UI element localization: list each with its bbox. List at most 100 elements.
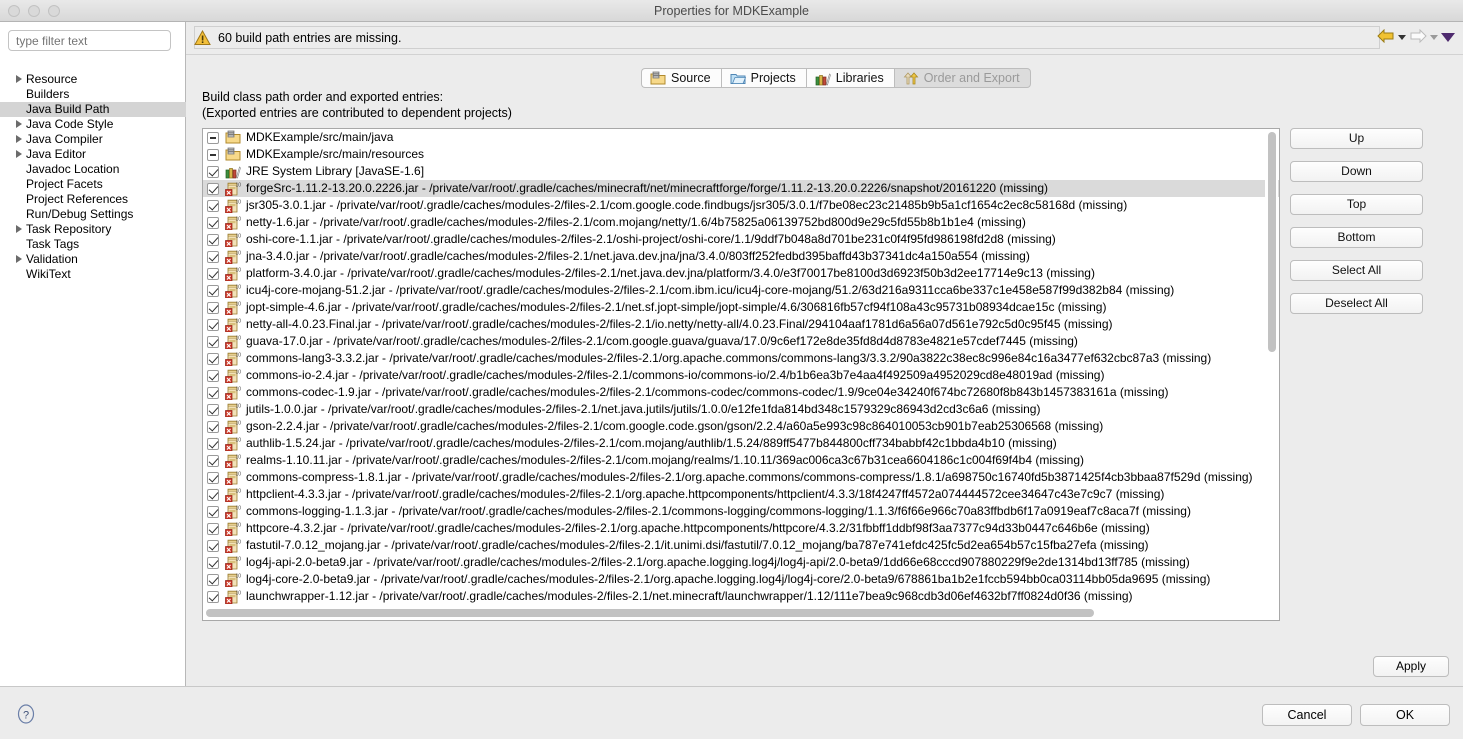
table-row[interactable]: MDKExample/src/main/java: [203, 129, 1279, 146]
apply-button[interactable]: Apply: [1373, 656, 1449, 677]
sidebar-item-wikitext[interactable]: WikiText: [0, 267, 186, 282]
ok-button[interactable]: OK: [1360, 704, 1450, 726]
expand-arrow-icon[interactable]: [16, 150, 22, 158]
table-row[interactable]: 10 oshi-core-1.1.jar - /private/var/root/…: [203, 231, 1279, 248]
entry-checkbox[interactable]: [207, 471, 219, 484]
table-row[interactable]: 10 gson-2.2.4.jar - /private/var/root/.gr…: [203, 418, 1279, 435]
entry-checkbox[interactable]: [207, 216, 219, 229]
table-row[interactable]: 10 httpclient-4.3.3.jar - /private/var/ro…: [203, 486, 1279, 503]
table-row[interactable]: 10 realms-1.10.11.jar - /private/var/root…: [203, 452, 1279, 469]
entry-checkbox[interactable]: [207, 182, 219, 195]
table-row[interactable]: 10 commons-lang3-3.3.2.jar - /private/var…: [203, 350, 1279, 367]
entry-checkbox[interactable]: [207, 165, 219, 178]
sidebar-item-task-tags[interactable]: Task Tags: [0, 237, 186, 252]
sidebar-item-resource[interactable]: Resource: [0, 72, 186, 87]
entry-checkbox[interactable]: [207, 284, 219, 297]
table-row[interactable]: 10 authlib-1.5.24.jar - /private/var/root…: [203, 435, 1279, 452]
entry-checkbox[interactable]: [207, 590, 219, 603]
entry-checkbox[interactable]: [207, 352, 219, 365]
table-row[interactable]: 10 commons-compress-1.8.1.jar - /private/…: [203, 469, 1279, 486]
table-row[interactable]: 10 forgeSrc-1.11.2-13.20.0.2226.jar - /pr…: [203, 180, 1279, 197]
table-row[interactable]: 10 log4j-api-2.0-beta9.jar - /private/var…: [203, 554, 1279, 571]
sidebar-item-validation[interactable]: Validation: [0, 252, 186, 267]
entry-checkbox[interactable]: [207, 267, 219, 280]
table-row[interactable]: 10 jutils-1.0.0.jar - /private/var/root/.…: [203, 401, 1279, 418]
entry-checkbox[interactable]: [207, 573, 219, 586]
table-row[interactable]: 10 guava-17.0.jar - /private/var/root/.gr…: [203, 333, 1279, 350]
horizontal-scrollbar[interactable]: [204, 606, 1266, 619]
sidebar-item-javadoc-location[interactable]: Javadoc Location: [0, 162, 186, 177]
entry-checkbox[interactable]: [207, 403, 219, 416]
expand-arrow-icon[interactable]: [16, 135, 22, 143]
entry-checkbox[interactable]: [207, 522, 219, 535]
tab-libraries[interactable]: Libraries: [805, 68, 894, 88]
table-row[interactable]: 10 commons-logging-1.1.3.jar - /private/v…: [203, 503, 1279, 520]
entries-list[interactable]: MDKExample/src/main/java MDKExample/src/m…: [202, 128, 1280, 621]
entry-checkbox[interactable]: [207, 335, 219, 348]
entry-checkbox[interactable]: [207, 556, 219, 569]
entry-checkbox[interactable]: [207, 233, 219, 246]
up-button[interactable]: Up: [1290, 128, 1423, 149]
select-all-button[interactable]: Select All: [1290, 260, 1423, 281]
table-row[interactable]: MDKExample/src/main/resources: [203, 146, 1279, 163]
table-row[interactable]: 10 launchwrapper-1.12.jar - /private/var/…: [203, 588, 1279, 605]
entry-checkbox[interactable]: [207, 437, 219, 450]
bottom-button[interactable]: Bottom: [1290, 227, 1423, 248]
back-arrow-icon[interactable]: [1377, 28, 1395, 46]
table-row[interactable]: 10 jsr305-3.0.1.jar - /private/var/root/.…: [203, 197, 1279, 214]
table-row[interactable]: 10 httpcore-4.3.2.jar - /private/var/root…: [203, 520, 1279, 537]
down-button[interactable]: Down: [1290, 161, 1423, 182]
table-row[interactable]: 10 fastutil-7.0.12_mojang.jar - /private/…: [203, 537, 1279, 554]
sidebar-item-builders[interactable]: Builders: [0, 87, 186, 102]
sidebar-item-run-debug-settings[interactable]: Run/Debug Settings: [0, 207, 186, 222]
table-row[interactable]: 10 platform-3.4.0.jar - /private/var/root…: [203, 265, 1279, 282]
table-row[interactable]: 10 log4j-core-2.0-beta9.jar - /private/va…: [203, 571, 1279, 588]
table-row[interactable]: 10 netty-1.6.jar - /private/var/root/.gra…: [203, 214, 1279, 231]
entry-checkbox[interactable]: [207, 250, 219, 263]
filter-input[interactable]: [8, 30, 171, 51]
entry-checkbox[interactable]: [207, 454, 219, 467]
table-row[interactable]: 10 jna-3.4.0.jar - /private/var/root/.gra…: [203, 248, 1279, 265]
deselect-all-button[interactable]: Deselect All: [1290, 293, 1423, 314]
back-dropdown-icon[interactable]: [1398, 35, 1406, 40]
sidebar-item-project-facets[interactable]: Project Facets: [0, 177, 186, 192]
tab-order-and-export[interactable]: Order and Export: [893, 68, 1031, 88]
table-row[interactable]: 10 jopt-simple-4.6.jar - /private/var/roo…: [203, 299, 1279, 316]
entry-checkbox[interactable]: [207, 148, 219, 161]
expand-arrow-icon[interactable]: [16, 75, 22, 83]
sidebar-item-task-repository[interactable]: Task Repository: [0, 222, 186, 237]
top-button[interactable]: Top: [1290, 194, 1423, 215]
vertical-scrollbar[interactable]: [1265, 130, 1278, 604]
entry-checkbox[interactable]: [207, 318, 219, 331]
table-row[interactable]: 10 commons-codec-1.9.jar - /private/var/r…: [203, 384, 1279, 401]
vertical-scroll-thumb[interactable]: [1268, 132, 1276, 352]
sidebar-item-java-build-path[interactable]: Java Build Path: [0, 102, 186, 117]
expand-arrow-icon[interactable]: [16, 225, 22, 233]
horizontal-scroll-thumb[interactable]: [206, 609, 1094, 617]
expand-arrow-icon[interactable]: [16, 255, 22, 263]
tab-projects[interactable]: Projects: [720, 68, 806, 88]
table-row[interactable]: 10 icu4j-core-mojang-51.2.jar - /private/…: [203, 282, 1279, 299]
help-question-icon[interactable]: ?: [16, 704, 36, 724]
sidebar-item-project-references[interactable]: Project References: [0, 192, 186, 207]
entry-checkbox[interactable]: [207, 386, 219, 399]
sidebar-item-java-compiler[interactable]: Java Compiler: [0, 132, 186, 147]
entry-checkbox[interactable]: [207, 488, 219, 501]
tab-source[interactable]: Source: [641, 68, 721, 88]
forward-dropdown-icon[interactable]: [1430, 35, 1438, 40]
entry-checkbox[interactable]: [207, 369, 219, 382]
expand-arrow-icon[interactable]: [16, 120, 22, 128]
menu-dropdown-icon[interactable]: [1441, 33, 1455, 42]
sidebar-item-java-editor[interactable]: Java Editor: [0, 147, 186, 162]
sidebar-item-java-code-style[interactable]: Java Code Style: [0, 117, 186, 132]
entry-checkbox[interactable]: [207, 505, 219, 518]
entry-checkbox[interactable]: [207, 301, 219, 314]
entry-checkbox[interactable]: [207, 420, 219, 433]
table-row[interactable]: 10 commons-io-2.4.jar - /private/var/root…: [203, 367, 1279, 384]
table-row[interactable]: 10 netty-all-4.0.23.Final.jar - /private/…: [203, 316, 1279, 333]
entry-checkbox[interactable]: [207, 539, 219, 552]
table-row[interactable]: JRE System Library [JavaSE-1.6]: [203, 163, 1279, 180]
cancel-button[interactable]: Cancel: [1262, 704, 1352, 726]
entry-checkbox[interactable]: [207, 199, 219, 212]
entry-checkbox[interactable]: [207, 131, 219, 144]
